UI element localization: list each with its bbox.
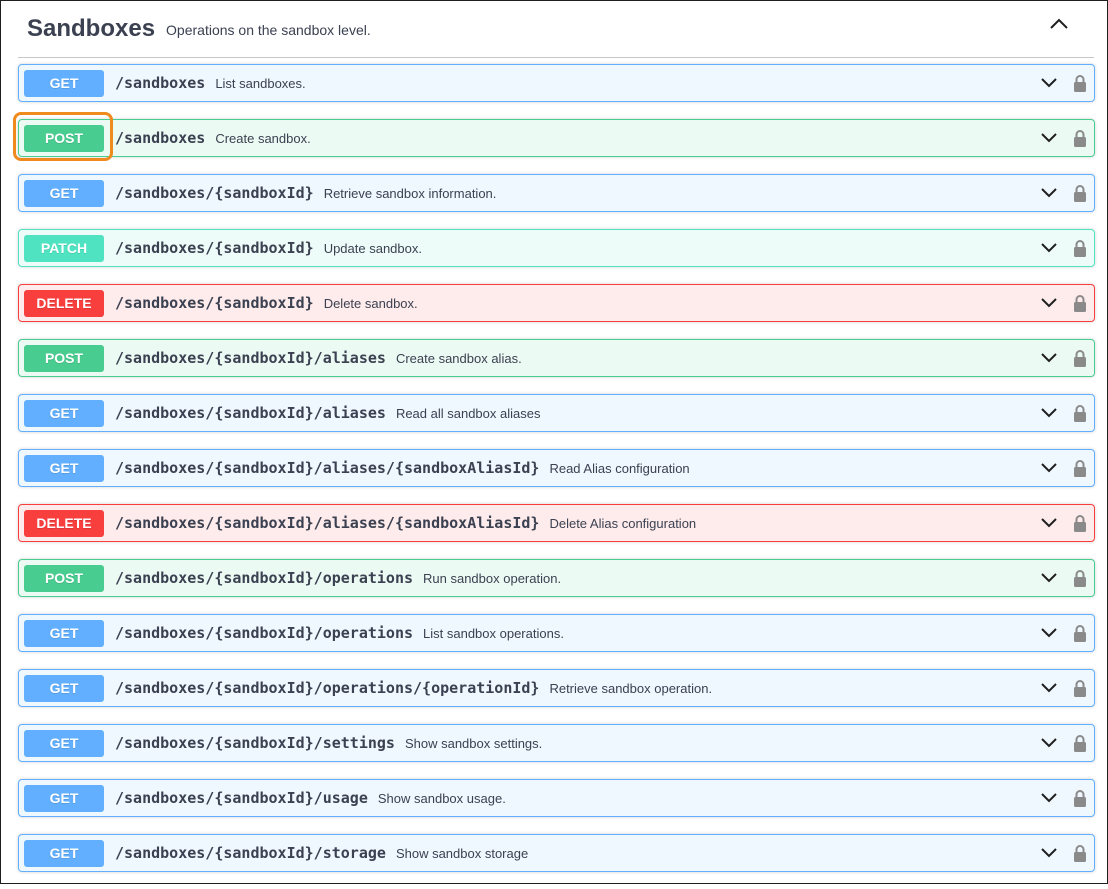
lock-icon[interactable] [1073,294,1087,313]
lock-icon[interactable] [1073,184,1087,203]
chevron-down-icon[interactable] [1040,186,1058,200]
operation-row[interactable]: DELETE/sandboxes/{sandboxId}/aliases/{sa… [18,504,1095,542]
lock-icon[interactable] [1073,789,1087,808]
method-badge[interactable]: PATCH [24,234,104,262]
operation-path[interactable]: /sandboxes/{sandboxId}/aliases [115,349,386,367]
operation-summary: Show sandbox storage [395,845,529,861]
operation-summary: Delete Alias configuration [549,515,697,531]
operation-summary: Delete sandbox. [323,295,418,311]
lock-icon[interactable] [1073,129,1087,148]
operation-path[interactable]: /sandboxes/{sandboxId} [115,184,314,202]
operation-row[interactable]: GET/sandboxes/{sandboxId}/aliases/{sandb… [18,449,1095,487]
operation-summary: Show sandbox usage. [377,790,506,806]
operation-path[interactable]: /sandboxes/{sandboxId}/operations [115,624,413,642]
operation-row[interactable]: GET/sandboxes/{sandboxId}/operations List… [18,614,1095,652]
lock-icon[interactable] [1073,844,1087,863]
lock-icon[interactable] [1073,734,1087,753]
method-badge[interactable]: GET [24,399,104,427]
method-badge[interactable]: POST [24,124,104,152]
operation-path[interactable]: /sandboxes/{sandboxId} [115,239,314,257]
operation-path[interactable]: /sandboxes/{sandboxId}/aliases/{sandboxA… [115,514,539,532]
method-badge[interactable]: GET [24,179,104,207]
operation-row[interactable]: GET/sandboxes/{sandboxId}/operations/{op… [18,669,1095,707]
chevron-down-icon[interactable] [1040,626,1058,640]
section-title: Sandboxes [27,15,156,42]
operation-path[interactable]: /sandboxes [115,129,205,147]
method-badge[interactable]: GET [24,619,104,647]
operation-row[interactable]: POST/sandboxes/{sandboxId}/aliases Create… [18,339,1095,377]
chevron-down-icon[interactable] [1040,516,1058,530]
operation-summary: Update sandbox. [323,240,422,256]
method-badge[interactable]: DELETE [24,509,104,537]
operation-row[interactable]: DELETE/sandboxes/{sandboxId} Delete sandb… [18,284,1095,322]
operation-summary: Create sandbox. [215,130,311,146]
operation-row[interactable]: GET/sandboxes/{sandboxId}/aliases Read al… [18,394,1095,432]
operation-path[interactable]: /sandboxes/{sandboxId}/aliases [115,404,386,422]
operation-summary: Read Alias configuration [549,460,690,476]
operation-summary: List sandboxes. [215,75,306,91]
chevron-down-icon[interactable] [1040,791,1058,805]
operation-row[interactable]: GET/sandboxes/{sandboxId}/settings Show s… [18,724,1095,762]
window-frame: Sandboxes Operations on the sandbox leve… [0,0,1108,884]
section-header[interactable]: Sandboxes Operations on the sandbox leve… [18,1,1094,58]
chevron-down-icon[interactable] [1040,846,1058,860]
operation-row[interactable]: GET/sandboxes/{sandboxId}/usage Show sand… [18,779,1095,817]
operation-path[interactable]: /sandboxes/{sandboxId}/storage [115,844,386,862]
method-badge[interactable]: GET [24,454,104,482]
lock-icon[interactable] [1073,514,1087,533]
operation-summary: Retrieve sandbox information. [323,185,497,201]
operation-summary: List sandbox operations. [423,625,564,641]
chevron-down-icon[interactable] [1040,351,1058,365]
operation-summary: Run sandbox operation. [423,570,562,586]
lock-icon[interactable] [1073,404,1087,423]
chevron-down-icon[interactable] [1040,681,1058,695]
section-description: Operations on the sandbox level. [166,22,371,38]
chevron-down-icon[interactable] [1040,406,1058,420]
operation-summary: Read all sandbox aliases [395,405,541,421]
operation-row[interactable]: GET/sandboxes List sandboxes. [18,64,1095,102]
lock-icon[interactable] [1073,239,1087,258]
method-badge[interactable]: GET [24,69,104,97]
operation-row[interactable]: POST/sandboxes Create sandbox. [18,119,1095,157]
operation-path[interactable]: /sandboxes/{sandboxId} [115,294,314,312]
lock-icon[interactable] [1073,74,1087,93]
operation-path[interactable]: /sandboxes/{sandboxId}/settings [115,734,395,752]
operation-path[interactable]: /sandboxes/{sandboxId}/operations [115,569,413,587]
chevron-down-icon[interactable] [1040,76,1058,90]
method-badge[interactable]: GET [24,729,104,757]
chevron-down-icon[interactable] [1040,736,1058,750]
method-badge[interactable]: GET [24,674,104,702]
operation-summary: Retrieve sandbox operation. [549,680,713,696]
operation-row[interactable]: POST/sandboxes/{sandboxId}/operations Run… [18,559,1095,597]
operation-row[interactable]: GET/sandboxes/{sandboxId}/storage Show sa… [18,834,1095,872]
lock-icon[interactable] [1073,349,1087,368]
lock-icon[interactable] [1073,569,1087,588]
method-badge[interactable]: DELETE [24,289,104,317]
chevron-down-icon[interactable] [1040,461,1058,475]
operation-summary: Create sandbox alias. [395,350,522,366]
method-badge[interactable]: POST [24,564,104,592]
lock-icon[interactable] [1073,679,1087,698]
operation-summary: Show sandbox settings. [404,735,543,751]
operation-path[interactable]: /sandboxes/{sandboxId}/aliases/{sandboxA… [115,459,539,477]
chevron-down-icon[interactable] [1040,571,1058,585]
operation-path[interactable]: /sandboxes/{sandboxId}/operations/{opera… [115,679,539,697]
lock-icon[interactable] [1073,624,1087,643]
chevron-down-icon[interactable] [1040,131,1058,145]
lock-icon[interactable] [1073,459,1087,478]
operation-path[interactable]: /sandboxes/{sandboxId}/usage [115,789,368,807]
method-badge[interactable]: POST [24,344,104,372]
operation-row[interactable]: PATCH/sandboxes/{sandboxId} Update sandbo… [18,229,1095,267]
chevron-down-icon[interactable] [1040,241,1058,255]
method-badge[interactable]: GET [24,839,104,867]
method-badge[interactable]: GET [24,784,104,812]
chevron-down-icon[interactable] [1040,296,1058,310]
operation-path[interactable]: /sandboxes [115,74,205,92]
operations-list: GET/sandboxes List sandboxes. POST/sandbox… [18,64,1095,889]
chevron-up-icon[interactable] [1048,16,1070,32]
operation-row[interactable]: GET/sandboxes/{sandboxId} Retrieve sandbo… [18,174,1095,212]
